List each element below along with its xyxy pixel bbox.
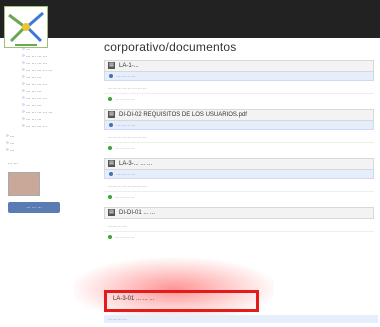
download-icon[interactable] — [108, 96, 112, 101]
sidebar-item[interactable]: ... ... ... ... — [22, 53, 98, 60]
sidebar-top-level: ... ... ... — [0, 133, 98, 154]
highlighted-document-name[interactable]: LA-3-01 ... ... ... — [113, 296, 154, 302]
document-item: ▤ DI-DI-02 REQUISITOS DE LOS USUARIOS.pd… — [104, 109, 374, 152]
sidebar-item[interactable]: ... ... ... — [22, 102, 98, 109]
document-name[interactable]: LA-3-... ... ... — [119, 161, 152, 167]
document-title[interactable]: ▤ LA-1-... — [104, 60, 374, 72]
sidebar-item[interactable]: ... ... ... — [22, 74, 98, 81]
sidebar-item[interactable]: ... ... ... ... — [22, 95, 98, 102]
document-actions: ... ... ... ... — [104, 142, 374, 152]
document-meta: ... ... ... ... — [104, 121, 374, 130]
sidebar-top-item[interactable]: ... — [6, 133, 98, 140]
document-description: ... ... ... ... ... ... ... ... — [108, 134, 147, 139]
sidebar-item[interactable]: ... ... ... ... ... — [22, 67, 98, 74]
document-actions-text[interactable]: ... ... ... ... — [115, 96, 134, 101]
sidebar-top-item[interactable]: ... — [6, 147, 98, 154]
top-bar — [0, 0, 380, 38]
document-meta-text: ... ... ... ... — [116, 171, 136, 176]
document-actions: ... ... ... ... — [104, 231, 374, 241]
download-icon[interactable] — [108, 145, 112, 150]
document-actions: ... ... ... ... — [104, 93, 374, 103]
file-icon: ▤ — [108, 160, 115, 167]
page-title: corporativo/documentos — [104, 40, 237, 54]
document-description: ... ... ... ... ... ... ... ... — [108, 85, 147, 90]
avatar[interactable] — [8, 172, 40, 196]
sidebar-list: ... ... ... ... ... ... ... ... ... ... … — [0, 46, 98, 130]
document-meta: ... ... ... ... — [104, 72, 374, 81]
sidebar-item[interactable]: ... ... ... ... — [22, 123, 98, 130]
document-name[interactable]: DI-DI-01 ... ... — [119, 210, 155, 216]
document-item: ▤ LA-1-... ... ... ... ... ... ... ... .… — [104, 60, 374, 103]
file-icon: ▤ — [108, 111, 115, 118]
document-title[interactable]: ▤ DI-DI-02 REQUISITOS DE LOS USUARIOS.pd… — [104, 109, 374, 121]
info-icon — [109, 171, 113, 176]
info-icon — [109, 73, 113, 78]
logo-icon — [8, 11, 44, 46]
document-item: ▤ DI-DI-01 ... ... ... ... ... ... ... .… — [104, 207, 374, 241]
document-actions: ... ... ... ... — [104, 191, 374, 201]
user-block: ... ... ... ... ... — [8, 160, 88, 213]
download-icon[interactable] — [108, 234, 112, 239]
sidebar-item[interactable]: ... ... ... — [22, 88, 98, 95]
document-meta-text: ... ... ... ... — [116, 122, 136, 127]
sidebar-item[interactable]: ... ... ... ... — [22, 81, 98, 88]
document-title[interactable]: ▤ LA-3-... ... ... — [104, 158, 374, 170]
logo[interactable] — [4, 6, 48, 48]
document-actions-text[interactable]: ... ... ... ... — [115, 194, 134, 199]
document-title[interactable]: ▤ DI-DI-01 ... ... — [104, 207, 374, 219]
sidebar-item[interactable]: ... ... ... — [22, 116, 98, 123]
download-icon[interactable] — [108, 194, 112, 199]
sidebar-top-item[interactable]: ... — [6, 140, 98, 147]
user-button[interactable]: ... ... ... — [8, 202, 60, 213]
file-icon: ▤ — [108, 62, 115, 69]
document-name[interactable]: LA-1-... — [119, 63, 139, 69]
document-description: ... ... ... ... ... ... ... ... — [108, 183, 147, 188]
document-actions-text[interactable]: ... ... ... ... — [115, 234, 134, 239]
info-icon — [109, 122, 113, 127]
document-item: ▤ LA-3-... ... ... ... ... ... ... ... .… — [104, 158, 374, 201]
sidebar-item[interactable]: ... — [22, 46, 98, 53]
user-caption: ... ... — [8, 160, 18, 166]
sidebar-item[interactable]: ... ... ... ... — [22, 60, 98, 67]
file-icon: ▤ — [108, 209, 115, 216]
document-meta: ... ... ... ... — [104, 170, 374, 179]
document-name[interactable]: DI-DI-02 REQUISITOS DE LOS USUARIOS.pdf — [119, 112, 247, 118]
document-meta-text: ... ... ... ... — [116, 73, 136, 78]
sidebar-item[interactable]: ... ... ... ... ... — [22, 109, 98, 116]
document-description: ... ... ... ... — [108, 223, 127, 228]
document-meta: ... ... ... ... — [104, 315, 378, 323]
document-actions-text[interactable]: ... ... ... ... — [115, 145, 134, 150]
